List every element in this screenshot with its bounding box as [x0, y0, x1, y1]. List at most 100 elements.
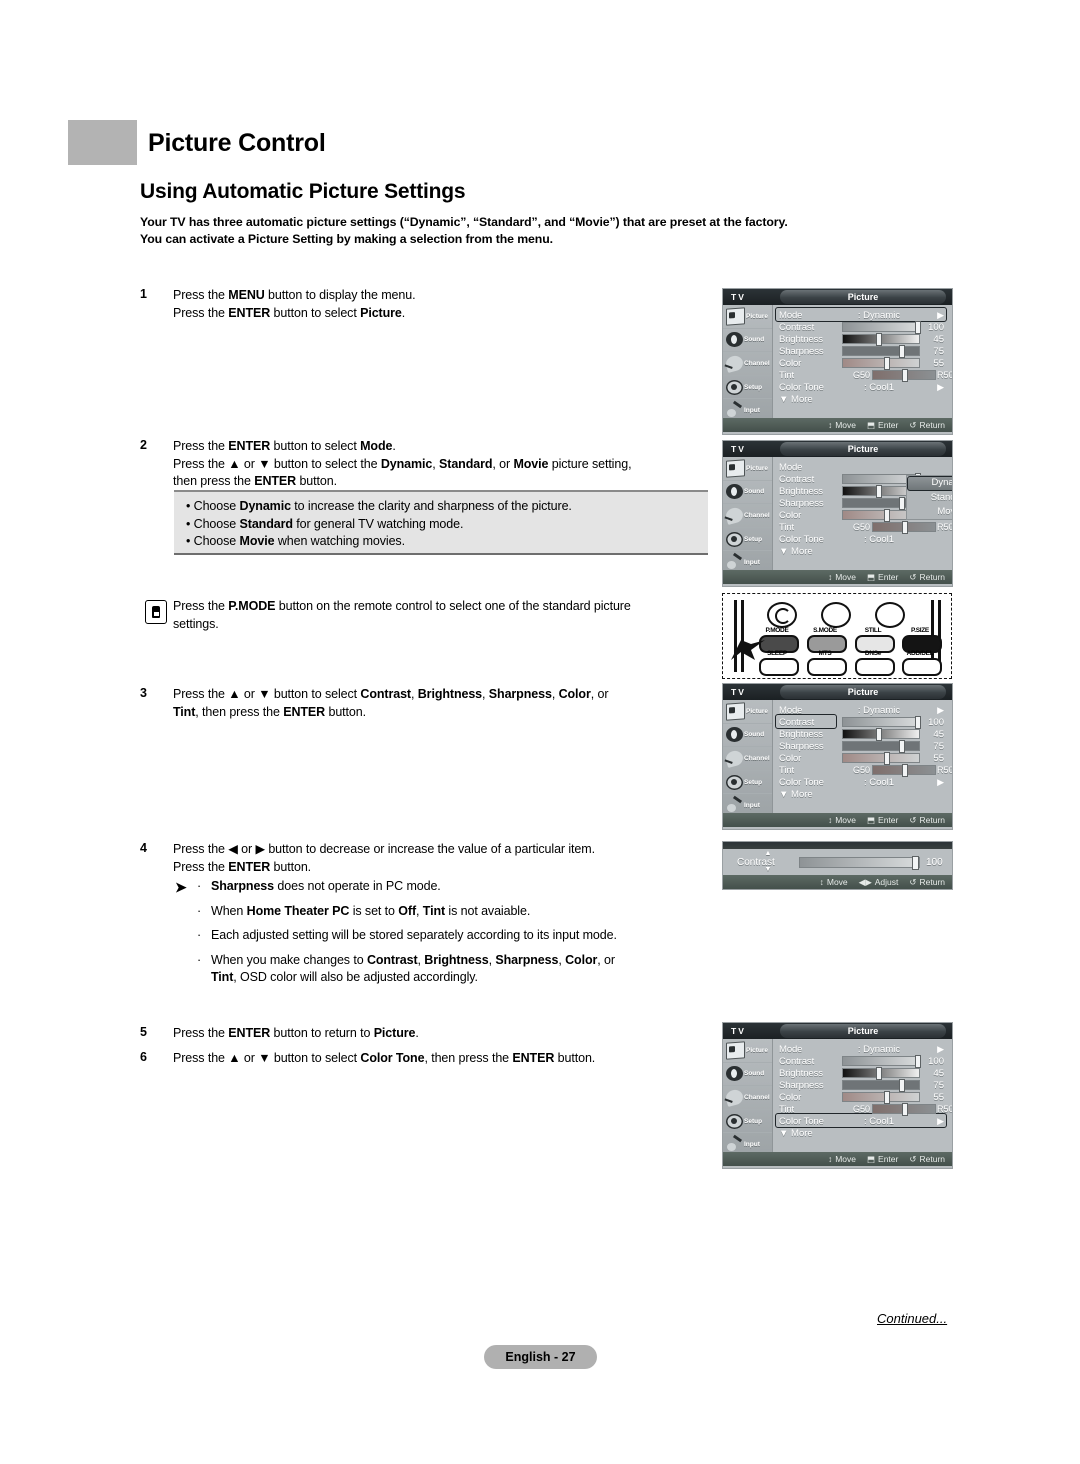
osd-row-color[interactable]: Color 55 — [779, 357, 946, 370]
remote-button-adddel[interactable] — [902, 658, 942, 676]
osd-row-more[interactable]: ▼ More — [779, 393, 946, 405]
osd-sidebar-item-sound[interactable]: Sound — [723, 329, 772, 353]
page-title: Picture Control — [148, 129, 326, 157]
osd-row-more[interactable]: ▼ More — [779, 1127, 946, 1139]
return-icon: ↺ — [909, 1153, 917, 1164]
osd-row-mode[interactable]: Mode : Dynamic ▶ — [779, 704, 946, 716]
remote-button-dnse[interactable] — [855, 658, 895, 676]
color-slider[interactable] — [842, 752, 920, 765]
osd-row-contrast[interactable]: Contrast 100 — [779, 321, 946, 334]
osd-sidebar-item-sound[interactable]: Sound — [723, 724, 772, 748]
color-slider[interactable] — [842, 357, 920, 370]
osd-sidebar-item-picture[interactable]: Picture — [723, 1039, 772, 1063]
mode-dropdown[interactable]: Dynamic Standard Movie — [906, 475, 952, 520]
step-5: 5 Press the ENTER button to return to Pi… — [140, 1025, 720, 1043]
osd-row-color[interactable]: Color 55 — [779, 752, 946, 765]
osd-row-mode[interactable]: Mode : Dynamic ▶ — [779, 309, 946, 321]
remote-label-smode: S.MODE — [813, 627, 837, 634]
leftright-icon: ◀▶ — [858, 876, 872, 887]
step-text: Press the ENTER button to return to Pict… — [173, 1026, 419, 1040]
adjust-slider[interactable] — [799, 855, 920, 870]
osd-sidebar-item-channel[interactable]: Channel — [723, 504, 772, 528]
osd-row-mode[interactable]: Mode : Dynamic ▶ — [779, 1043, 946, 1055]
tint-slider[interactable] — [872, 521, 936, 534]
osd-sidebar-item-setup[interactable]: Setup — [723, 528, 772, 552]
intro-line-1: Your TV has three automatic picture sett… — [140, 215, 788, 229]
tint-slider[interactable] — [872, 369, 936, 382]
osd-settings-panel: Mode : Dynamic ▶ Contrast 100 Brightness… — [773, 1039, 952, 1156]
osd-row-brightness[interactable]: Brightness 45 — [779, 728, 946, 741]
osd-hint-move: ↕ Move — [827, 1154, 856, 1164]
osd-title: Picture — [780, 685, 946, 699]
osd-sidebar-item-setup[interactable]: Setup — [723, 1110, 772, 1134]
osd-row-sharpness[interactable]: Sharpness 75 — [779, 740, 946, 753]
osd-row-tint[interactable]: Tint G50 R50 — [779, 369, 952, 382]
brightness-slider[interactable] — [842, 333, 920, 346]
contrast-slider[interactable] — [842, 716, 921, 729]
osd-row-tint[interactable]: Tint G50 R50 — [779, 1103, 952, 1116]
osd-titlebar: TV Picture — [723, 441, 952, 457]
osd-sidebar-label: Channel — [744, 359, 770, 367]
intro-line-2: You can activate a Picture Setting by ma… — [140, 232, 553, 246]
osd-sidebar-item-setup[interactable]: Setup — [723, 376, 772, 400]
osd-sidebar-item-channel[interactable]: Channel — [723, 352, 772, 376]
brightness-slider[interactable] — [842, 1067, 920, 1080]
osd-sidebar-item-sound[interactable]: Sound — [723, 481, 772, 505]
chevron-right-icon: ▶ — [937, 1116, 944, 1126]
osd-row-color-tone[interactable]: Color Tone : Cool1 ▶ — [779, 776, 946, 788]
osd-row-brightness[interactable]: Brightness 45 — [779, 1067, 946, 1080]
step-4: 4 Press the ◀ or ▶ button to decrease or… — [140, 841, 720, 876]
osd-sidebar: Picture Sound Channel Setup Input — [723, 700, 773, 818]
contrast-slider[interactable] — [842, 1055, 921, 1068]
tint-slider[interactable] — [872, 1103, 936, 1116]
down-arrow-icon: ▼ — [764, 866, 772, 873]
sharpness-slider[interactable] — [842, 1079, 920, 1092]
osd-row-tint[interactable]: Tint G50 R50 — [779, 521, 952, 534]
osd-row-mode[interactable]: Mode — [779, 461, 946, 473]
sharpness-slider[interactable] — [842, 345, 920, 358]
osd-sidebar-item-channel[interactable]: Channel — [723, 747, 772, 771]
intro-paragraph: Your TV has three automatic picture sett… — [140, 214, 900, 248]
osd-sidebar-item-setup[interactable]: Setup — [723, 771, 772, 795]
osd-sidebar-item-channel[interactable]: Channel — [723, 1086, 772, 1110]
osd-row-tint[interactable]: Tint G50 R50 — [779, 764, 952, 777]
remote-button-mts[interactable] — [807, 658, 847, 676]
osd-sidebar-item-picture[interactable]: Picture — [723, 457, 772, 481]
osd-row-more[interactable]: ▼ More — [779, 788, 946, 800]
osd-screenshot-mode-dropdown: TV Picture Picture Sound Channel Setup I… — [722, 440, 953, 587]
channel-icon — [724, 1088, 745, 1107]
sound-icon — [726, 484, 743, 500]
pointer-arrow-icon — [731, 640, 765, 660]
enter-icon: ⬒ — [867, 571, 876, 582]
mode-option-movie[interactable]: Movie — [907, 505, 952, 519]
osd-hint-bar: ↕ Move ◀▶ Adjust ↺ Return — [723, 875, 952, 889]
tint-slider[interactable] — [872, 764, 936, 777]
osd-row-color-tone[interactable]: Color Tone : Cool1 ▶ — [779, 1115, 946, 1127]
sound-icon — [726, 727, 743, 743]
osd-row-contrast[interactable]: Contrast 100 — [779, 716, 946, 729]
brightness-slider[interactable] — [842, 728, 920, 741]
osd-row-color[interactable]: Color 55 — [779, 1091, 946, 1104]
osd-row-more[interactable]: ▼ More — [779, 545, 946, 557]
osd-row-color-tone[interactable]: Color Tone : Cool1 — [779, 533, 946, 545]
osd-row-contrast[interactable]: Contrast 100 — [779, 1055, 946, 1068]
step-3: 3 Press the ▲ or ▼ button to select Cont… — [140, 686, 720, 721]
osd-row-color-tone[interactable]: Color Tone : Cool1 ▶ — [779, 381, 946, 393]
osd-sidebar-item-picture[interactable]: Picture — [723, 700, 772, 724]
mode-option-standard[interactable]: Standard — [907, 491, 952, 505]
osd-sidebar-item-sound[interactable]: Sound — [723, 1063, 772, 1087]
osd-row-brightness[interactable]: Brightness 45 — [779, 333, 946, 346]
osd-sidebar-label: Input — [744, 407, 760, 415]
picture-icon — [726, 307, 745, 326]
osd-sidebar: Picture Sound Channel Setup Input — [723, 457, 773, 575]
color-slider[interactable] — [842, 1091, 920, 1104]
osd-row-sharpness[interactable]: Sharpness 75 — [779, 345, 946, 358]
osd-sidebar-label: Picture — [746, 312, 769, 320]
input-icon — [726, 798, 743, 813]
sharpness-slider[interactable] — [842, 740, 920, 753]
osd-row-sharpness[interactable]: Sharpness 75 — [779, 1079, 946, 1092]
pmode-note-text: Press the P.MODE button on the remote co… — [173, 599, 631, 631]
mode-option-dynamic[interactable]: Dynamic — [907, 476, 952, 491]
contrast-slider[interactable] — [842, 321, 921, 334]
osd-sidebar-item-picture[interactable]: Picture — [723, 305, 772, 329]
